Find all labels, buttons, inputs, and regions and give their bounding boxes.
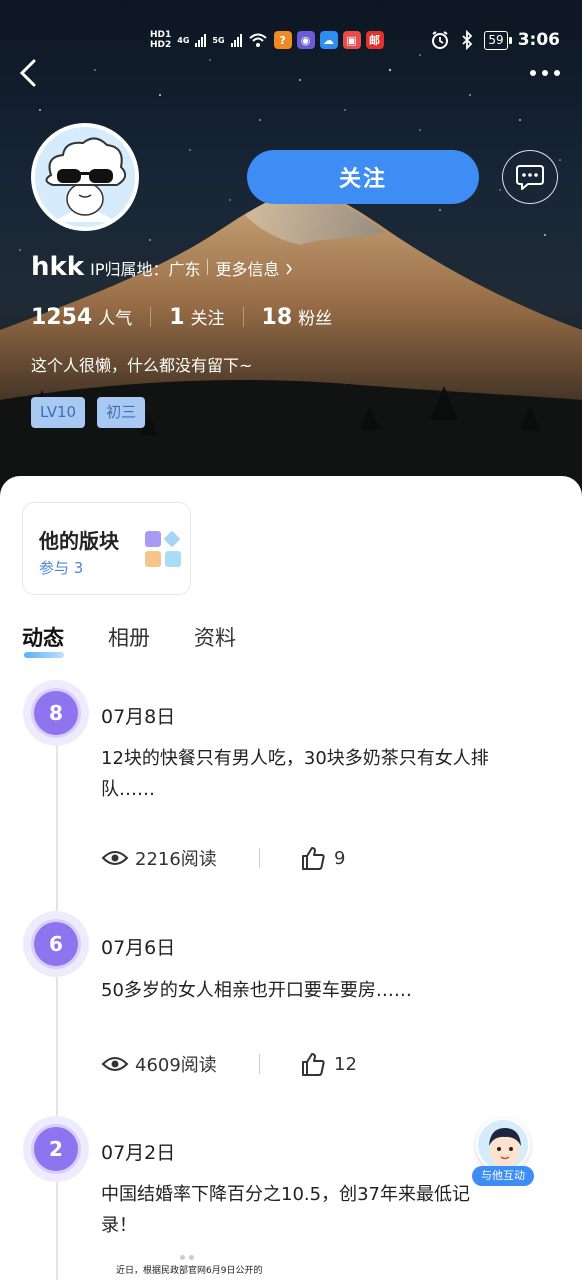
chevron-right-icon: [285, 263, 292, 275]
profile-tags: LV10 初三: [31, 397, 146, 428]
post-text[interactable]: 中国结婚率下降百分之10.5，创37年来最低记录！: [101, 1179, 501, 1241]
follow-button[interactable]: 关注: [247, 150, 479, 204]
status-bar: HD1 HD2 4G 5G ? ◉ ☁ ▣ 邮 59 3:06: [0, 24, 582, 56]
thumbs-up-icon: [302, 847, 325, 870]
board-title: 他的版块: [39, 529, 119, 553]
message-button[interactable]: [502, 150, 558, 204]
interact-label: 与他互动: [472, 1166, 534, 1186]
popularity-label: 人气: [98, 309, 133, 329]
app4-icon: ▣: [342, 31, 361, 49]
divider: [259, 1054, 260, 1074]
divider: [150, 307, 152, 327]
more-options-icon[interactable]: [530, 70, 560, 76]
network-5g-label: 5G: [212, 35, 225, 45]
key-app-icon: ?: [273, 31, 292, 49]
level-badge: LV10: [31, 397, 86, 428]
view-count: 4609阅读: [101, 1051, 259, 1077]
username: hkk: [31, 252, 85, 282]
network-4g-label: 4G: [177, 35, 190, 45]
board-grid-icon: [145, 531, 181, 567]
post-date: 07月6日: [101, 937, 176, 959]
popularity-count: 1254: [31, 305, 93, 330]
profile-tabs: 动态 相册 资料: [22, 622, 236, 658]
profile-name-row: hkk IP归属地：广东 更多信息: [31, 252, 293, 282]
signal-icon: [195, 33, 207, 47]
grade-badge: 初三: [97, 397, 146, 428]
tab-info[interactable]: 资料: [194, 622, 236, 652]
tab-album[interactable]: 相册: [108, 622, 150, 652]
battery-indicator: 59: [484, 30, 513, 50]
tab-activity[interactable]: 动态: [22, 622, 64, 658]
eye-icon: [101, 1057, 129, 1071]
interact-floating-button[interactable]: 与他互动: [472, 1118, 534, 1188]
day-badge: 6: [23, 911, 89, 977]
timeline-line: [56, 714, 58, 1280]
divider: [259, 848, 260, 868]
post-image-snippet[interactable]: 近日，根据民政部官网6月9日公开的: [116, 1263, 262, 1276]
board-participation: 参与 3: [39, 559, 84, 577]
profile-stats: 1254 人气 1 关注 18 粉丝: [31, 304, 332, 330]
profile-bio: 这个人很懒，什么都没有留下~: [31, 356, 253, 375]
day-badge: 8: [23, 680, 89, 746]
avatar[interactable]: [31, 123, 139, 231]
like-button[interactable]: 9: [300, 845, 345, 871]
following-count[interactable]: 1: [169, 305, 184, 330]
following-label[interactable]: 关注: [191, 304, 225, 329]
cartoon-boy-avatar: [476, 1118, 530, 1172]
hd-indicator: HD1 HD2: [150, 30, 172, 50]
post-meta: 2216阅读 9: [101, 845, 345, 871]
ip-location: IP归属地：广东: [90, 260, 201, 279]
eye-icon: [101, 851, 129, 865]
post-text[interactable]: 50多岁的女人相亲也开口要车要房……: [101, 975, 501, 1006]
post-date: 07月2日: [101, 1142, 176, 1164]
day-badge: 2: [23, 1116, 89, 1182]
post-meta: 4609阅读 12: [101, 1051, 357, 1077]
more-info-link[interactable]: 更多信息: [215, 256, 292, 280]
signal-icon-2: [230, 33, 242, 47]
like-button[interactable]: 12: [300, 1051, 357, 1077]
wifi-icon: [248, 33, 267, 47]
followers-count[interactable]: 18: [262, 305, 293, 330]
image-loading-indicator: [180, 1255, 194, 1260]
bluetooth-icon: [462, 30, 473, 50]
post-text[interactable]: 12块的快餐只有男人吃，30块多奶茶只有女人排队……: [101, 743, 501, 805]
back-arrow-icon[interactable]: [16, 58, 42, 88]
app2-icon: ◉: [296, 31, 315, 49]
post-date: 07月8日: [101, 706, 176, 728]
cloud-app-icon: ☁: [319, 31, 338, 49]
thumbs-up-icon: [302, 1053, 325, 1076]
chat-bubble-icon: [516, 165, 544, 190]
mail-app-icon: 邮: [365, 31, 384, 49]
followers-label[interactable]: 粉丝: [298, 304, 332, 329]
divider: [207, 259, 209, 275]
alarm-icon: [432, 31, 449, 49]
divider: [242, 307, 244, 327]
view-count: 2216阅读: [101, 845, 259, 871]
cloud-sunglasses-avatar-image: [35, 127, 135, 227]
board-card[interactable]: 他的版块 参与 3: [22, 502, 191, 595]
clock: 3:06: [517, 30, 560, 50]
